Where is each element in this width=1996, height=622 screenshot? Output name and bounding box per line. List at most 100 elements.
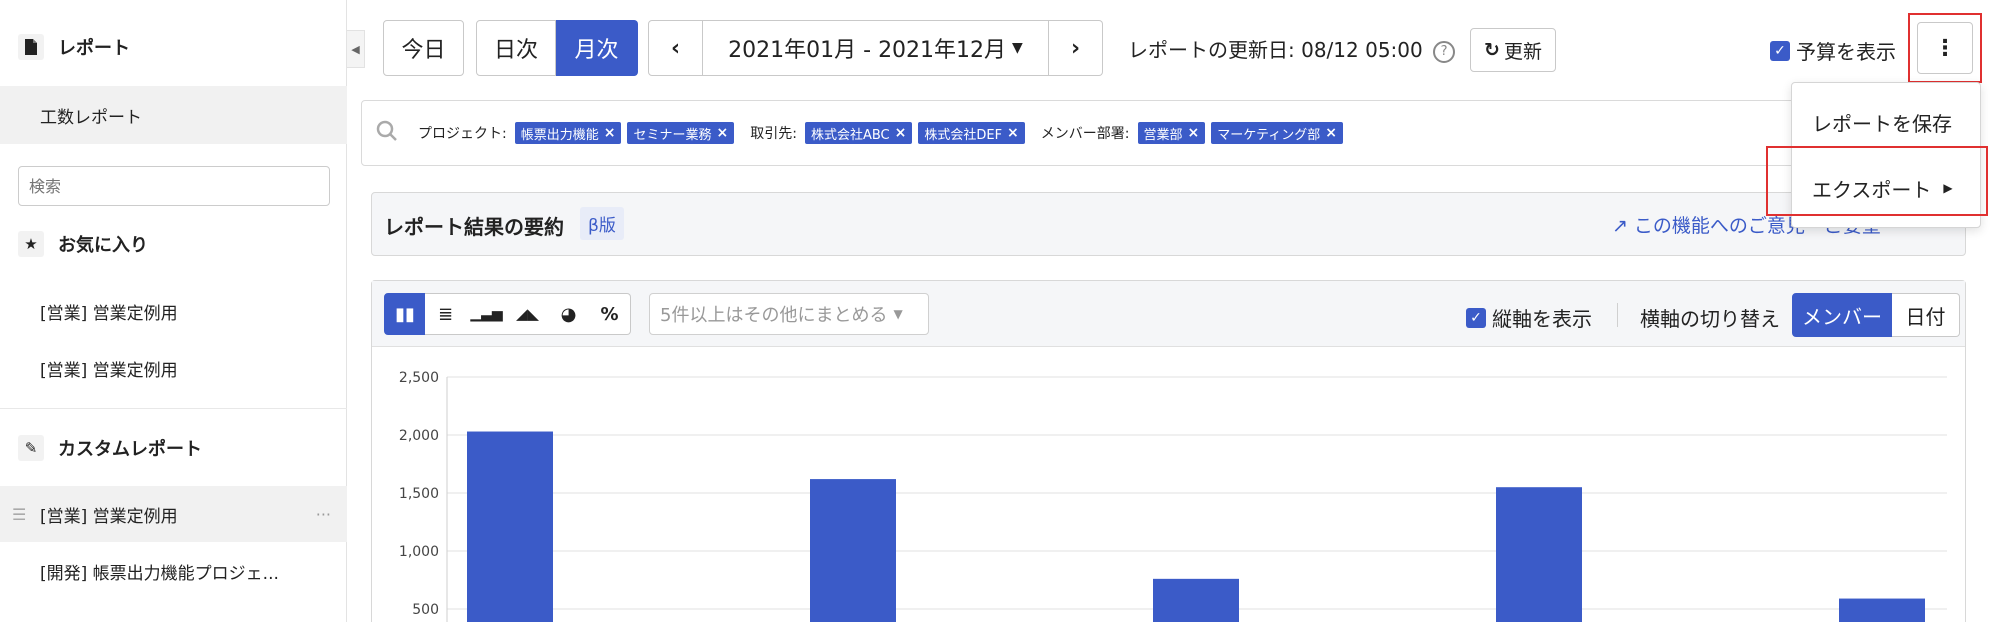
sidebar-item-label: [営業] 営業定例用	[40, 303, 178, 324]
search-icon	[376, 120, 398, 146]
percent-view-button[interactable]: %	[589, 293, 631, 335]
dept-tag[interactable]: 営業部 ×	[1137, 122, 1206, 144]
y-tick-label: 1,000	[399, 544, 439, 560]
project-filter-label: プロジェクト:	[418, 126, 507, 142]
sidebar-collapse-button[interactable]: ◀	[347, 30, 365, 68]
filter-bar[interactable]: プロジェクト: 帳票出力機能 × セミナー業務 × 取引先: 株式会社ABC × 株式…	[361, 100, 1961, 166]
show-budget-label: 予算を表示	[1796, 40, 1896, 64]
remove-tag-icon[interactable]: ×	[1188, 125, 1200, 141]
remove-tag-icon[interactable]: ×	[895, 125, 907, 141]
updated-date-text: レポートの更新日: 08/12 05:00	[1128, 38, 1423, 62]
remove-tag-icon[interactable]: ×	[604, 125, 616, 141]
date-range-selector: ‹ 2021年01月 - 2021年12月 ▼ ›	[648, 20, 1103, 76]
bar-chart-view-button[interactable]: ▮▮	[384, 293, 426, 335]
refresh-icon: ↻	[1484, 39, 1500, 61]
sidebar-report-heading[interactable]: レポート	[0, 26, 347, 68]
group-others-label: 5件以上はその他にまとめる	[660, 305, 888, 326]
sidebar-custom-label: カスタムレポート	[58, 439, 202, 460]
help-icon[interactable]: ?	[1433, 40, 1456, 63]
chart-panel: ▮▮ ≣ ▁▃▅ ◢◣ ◕ % 5件以上はその他にまとめる ▼ ✓ 縦軸を表示 …	[371, 280, 1966, 622]
summary-panel: レポート結果の要約 β版 ↗ この機能へのご意見・ご要望	[371, 192, 1966, 256]
bar[interactable]	[1496, 487, 1582, 622]
list-icon: ≣	[437, 303, 454, 325]
sidebar-item-label: 工数レポート	[40, 107, 142, 128]
sidebar-item-custom[interactable]: ☰ [営業] 営業定例用 ···	[0, 486, 347, 542]
bar-chart-icon: ▮▮	[395, 303, 415, 325]
sidebar-custom-heading: ✎ カスタムレポート	[0, 427, 347, 469]
document-icon	[18, 34, 44, 60]
drag-handle-icon[interactable]: ☰	[12, 505, 26, 524]
caret-down-icon: ▼	[1012, 40, 1023, 56]
show-axis-checkbox[interactable]: ✓ 縦軸を表示	[1466, 303, 1592, 332]
daily-button[interactable]: 日次	[476, 20, 556, 76]
monthly-button[interactable]: 月次	[556, 20, 638, 76]
axis-member-button[interactable]: メンバー	[1792, 293, 1892, 337]
bar[interactable]	[810, 479, 896, 622]
highlight-export-item	[1766, 146, 1988, 216]
summary-title: レポート結果の要約	[384, 215, 564, 239]
chevron-right-icon: ›	[1070, 35, 1081, 61]
period-toggle: 日次 月次	[476, 20, 638, 76]
dept-filter-label: メンバー部署:	[1040, 126, 1130, 142]
highlight-more-button	[1908, 13, 1982, 83]
remove-tag-icon[interactable]: ×	[1007, 125, 1019, 141]
client-tag[interactable]: 株式会社ABC ×	[804, 122, 913, 144]
sidebar-item-effort-report[interactable]: 工数レポート	[0, 86, 347, 144]
group-others-select[interactable]: 5件以上はその他にまとめる ▼	[649, 293, 929, 335]
prev-button[interactable]: ‹	[648, 20, 703, 76]
refresh-label: 更新	[1503, 40, 1542, 63]
show-budget-checkbox[interactable]: ✓ 予算を表示	[1770, 36, 1896, 65]
sidebar-report-heading-label: レポート	[58, 38, 130, 59]
chevron-left-icon: ◀	[351, 42, 360, 56]
column-chart-view-button[interactable]: ▁▃▅	[466, 293, 508, 335]
area-chart-icon: ◢◣	[515, 305, 540, 323]
next-button[interactable]: ›	[1049, 20, 1103, 76]
project-tag[interactable]: セミナー業務 ×	[627, 122, 735, 144]
sidebar-item-favorite[interactable]: [営業] 営業定例用	[0, 290, 347, 332]
dept-tag[interactable]: マーケティング部 ×	[1211, 122, 1343, 144]
pencil-icon: ✎	[18, 435, 44, 461]
area-chart-view-button[interactable]: ◢◣	[507, 293, 549, 335]
sidebar: レポート 工数レポート ★ お気に入り [営業] 営業定例用 [営業] 営業定例…	[0, 0, 347, 622]
pie-chart-icon: ◕	[560, 303, 577, 325]
more-icon[interactable]: ···	[316, 505, 331, 524]
update-info: レポートの更新日: 08/12 05:00 ?	[1128, 34, 1456, 63]
sidebar-favorites-heading: ★ お気に入り	[0, 224, 347, 264]
percent-icon: %	[600, 303, 619, 325]
chevron-left-icon: ‹	[670, 35, 681, 61]
sidebar-item-custom[interactable]: [開発] 帳票出力機能プロジェ...	[0, 550, 347, 592]
caret-down-icon: ▼	[893, 307, 903, 321]
sidebar-item-favorite[interactable]: [営業] 営業定例用	[0, 347, 347, 389]
sidebar-item-label: [営業] 営業定例用	[40, 506, 178, 527]
column-chart-icon: ▁▃▅	[470, 306, 503, 322]
list-view-button[interactable]: ≣	[425, 293, 467, 335]
refresh-button[interactable]: ↻ 更新	[1470, 28, 1556, 72]
sidebar-favorites-label: お気に入り	[58, 235, 148, 256]
y-tick-label: 2,500	[399, 370, 439, 386]
axis-switch-toggle: メンバー 日付	[1792, 293, 1960, 337]
beta-badge: β版	[580, 207, 624, 240]
sidebar-item-label: [営業] 営業定例用	[40, 360, 178, 381]
y-tick-label: 500	[412, 602, 439, 618]
remove-tag-icon[interactable]: ×	[1325, 125, 1337, 141]
y-tick-label: 1,500	[399, 486, 439, 502]
bar[interactable]	[1153, 578, 1239, 622]
bar[interactable]	[467, 431, 553, 622]
date-range-label: 2021年01月 - 2021年12月	[728, 38, 1007, 63]
axis-switch-label: 横軸の切り替え	[1640, 307, 1780, 331]
external-link-icon: ↗	[1612, 215, 1628, 237]
sidebar-search-input[interactable]	[18, 166, 330, 206]
project-tag[interactable]: 帳票出力機能 ×	[514, 122, 622, 144]
client-filter-label: 取引先:	[750, 126, 797, 142]
bar[interactable]	[1839, 598, 1925, 622]
chart-toolbar: ▮▮ ≣ ▁▃▅ ◢◣ ◕ % 5件以上はその他にまとめる ▼ ✓ 縦軸を表示 …	[372, 281, 1965, 347]
today-button[interactable]: 今日	[383, 20, 464, 76]
sidebar-item-label: [開発] 帳票出力機能プロジェ...	[40, 563, 279, 584]
date-range-dropdown[interactable]: 2021年01月 - 2021年12月 ▼	[703, 20, 1049, 76]
checkbox-checked-icon: ✓	[1466, 307, 1486, 328]
pie-chart-view-button[interactable]: ◕	[548, 293, 590, 335]
remove-tag-icon[interactable]: ×	[716, 125, 728, 141]
client-tag[interactable]: 株式会社DEF ×	[918, 122, 1025, 144]
star-icon: ★	[18, 231, 44, 257]
axis-date-button[interactable]: 日付	[1892, 293, 1960, 337]
